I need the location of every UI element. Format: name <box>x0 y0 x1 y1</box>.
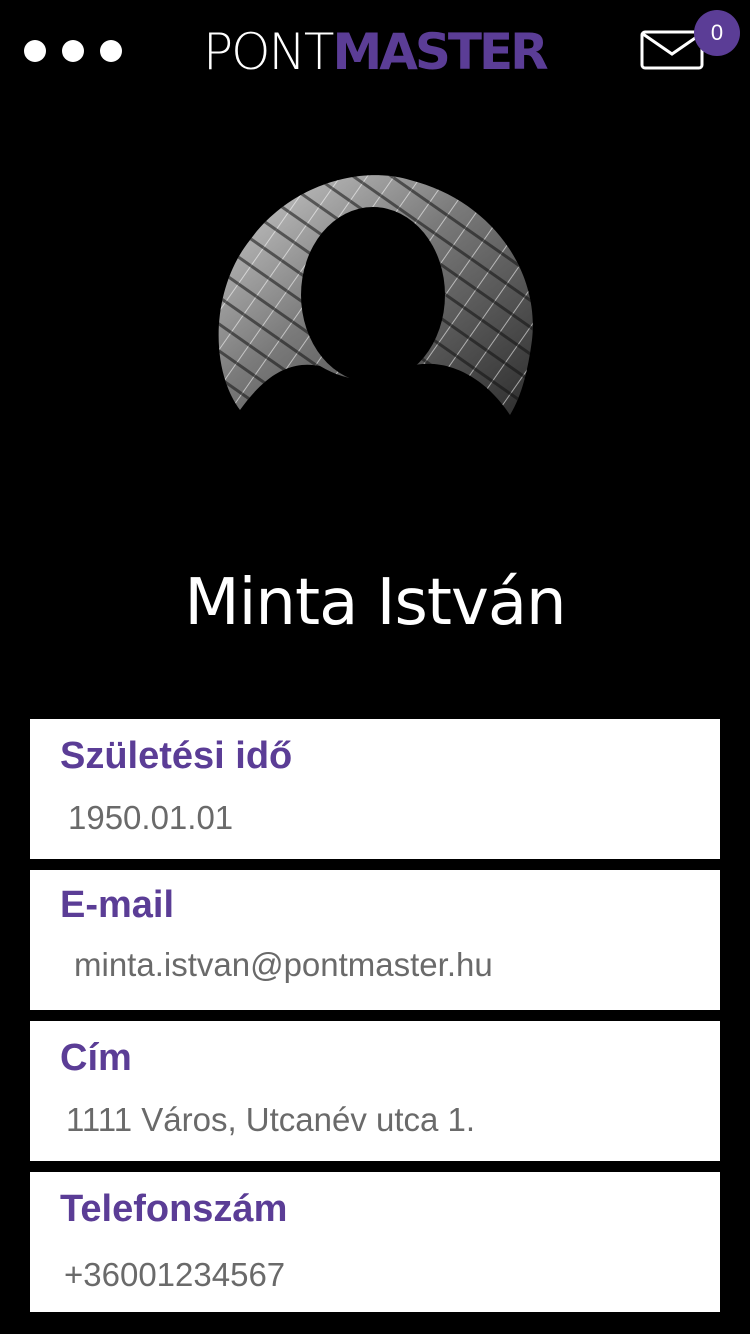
logo-text-master: MASTER <box>332 23 548 81</box>
user-name: Minta István <box>184 566 566 640</box>
phone-card: Telefonszám +36001234567 <box>30 1172 720 1312</box>
app-header: PONT MASTER 0 <box>0 0 750 110</box>
address-value: 1111 Város, Utcanév utca 1. <box>66 1101 476 1138</box>
phone-label: Telefonszám <box>60 1188 288 1230</box>
email-value: minta.istvan@pontmaster.hu <box>74 946 493 983</box>
birthdate-value: 1950.01.01 <box>68 799 234 836</box>
more-menu-button[interactable] <box>24 36 128 66</box>
phone-value: +36001234567 <box>64 1256 286 1293</box>
unread-badge: 0 <box>694 10 740 56</box>
birthdate-card: Születési idő 1950.01.01 <box>30 719 720 859</box>
birthdate-label: Születési idő <box>60 735 293 777</box>
email-card: E-mail minta.istvan@pontmaster.hu <box>30 870 720 1010</box>
email-label: E-mail <box>60 884 175 926</box>
logo-text-pont: PONT <box>203 23 334 81</box>
menu-dot <box>24 40 46 62</box>
address-label: Cím <box>60 1037 132 1079</box>
address-card: Cím 1111 Város, Utcanév utca 1. <box>30 1021 720 1161</box>
menu-dot <box>100 40 122 62</box>
menu-dot <box>62 40 84 62</box>
app-logo: PONT MASTER <box>203 22 549 82</box>
user-silhouette-icon[interactable] <box>210 170 540 420</box>
